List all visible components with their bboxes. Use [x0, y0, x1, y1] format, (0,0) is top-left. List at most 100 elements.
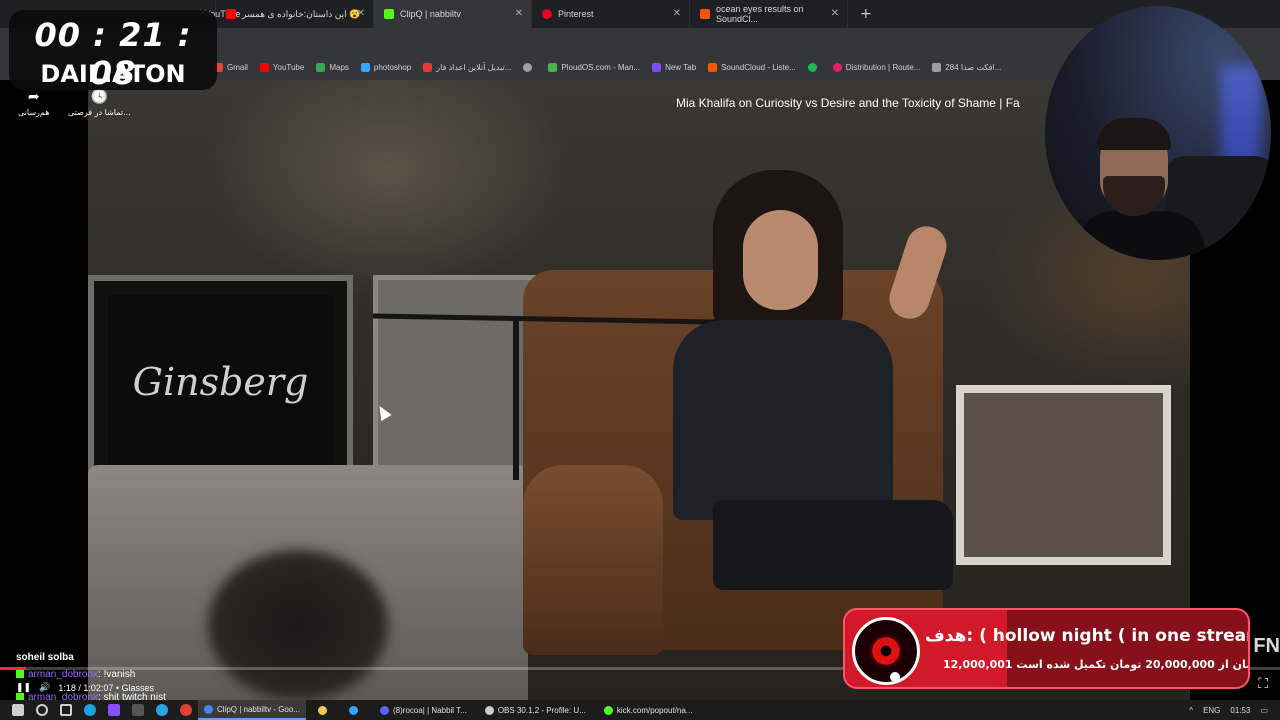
framed-painting: Ginsberg	[88, 275, 353, 475]
chat-text: : !vanish	[98, 669, 136, 680]
system-tray: ^ ENG 01:53 ▭	[1189, 700, 1268, 720]
pause-icon[interactable]: ❚❚	[16, 682, 31, 693]
tab-label: ClipQ | nabbiltv	[400, 9, 461, 19]
share-label: هم‌رسانی	[18, 108, 50, 117]
sharingan-icon	[852, 617, 920, 685]
chat-message: arman_dobronx: !vanish	[16, 669, 166, 680]
player-controls: ❚❚ 🔊 1:18 / 1:02:07 • Glasses	[16, 682, 154, 693]
close-icon[interactable]: ✕	[515, 8, 523, 19]
task-view-icon[interactable]	[60, 704, 72, 716]
telegram-icon[interactable]	[156, 704, 168, 716]
guest	[673, 170, 953, 590]
bookmark-label: Distribution | Route...	[845, 62, 921, 72]
taskbar-app-obs[interactable]: OBS 30.1.2 - Profile: U...	[479, 700, 592, 720]
bookmark-spotify[interactable]	[807, 62, 821, 72]
share-icon: ➦	[27, 89, 40, 105]
taskbar-app-photoshop[interactable]	[343, 700, 368, 720]
close-icon[interactable]: ✕	[357, 8, 365, 19]
bookmark-globe[interactable]	[523, 62, 536, 72]
goal-headline: هدف: ( hollow night ( in one stream	[925, 626, 1250, 646]
streamer-beard	[1103, 176, 1165, 216]
bookmark-label: 284 افکت صدا...	[945, 62, 1002, 72]
taskbar-app-chrome[interactable]: ClipQ | nabbiltv - Goo...	[198, 700, 306, 720]
taskbar-app-file[interactable]	[312, 700, 337, 720]
goal-remaining-shade	[1007, 610, 1248, 687]
start-icon[interactable]	[12, 704, 24, 716]
timer-label: DAILIATON	[40, 60, 186, 88]
notification-icon[interactable]: ▭	[1260, 706, 1268, 715]
bookmark-soundcloud[interactable]: SoundCloud - Liste...	[708, 62, 796, 72]
taskbar-app-label: kick.com/popout/na...	[616, 705, 693, 715]
edge-icon[interactable]	[84, 704, 96, 716]
ploudos-icon	[548, 62, 558, 72]
bookmark-gmail[interactable]: Gmail	[214, 62, 248, 72]
bookmark-label: SoundCloud - Liste...	[721, 62, 796, 72]
distribution-icon	[832, 62, 842, 72]
tab-soundcloud[interactable]: ocean eyes results on SoundCl... ✕	[690, 0, 848, 28]
bookmark-label: PloudOS.com - Man...	[561, 62, 641, 72]
taskbar-app-kick[interactable]: kick.com/popout/na...	[598, 700, 699, 720]
bookmark-label: Maps	[329, 62, 349, 72]
close-icon[interactable]: ✕	[673, 8, 681, 19]
framed-photo	[956, 385, 1171, 565]
fn-watermark: FN	[1253, 635, 1280, 657]
bookmark-number-converter[interactable]: تبدیل آنلاین اعداد فار...	[423, 62, 512, 72]
goal-dot	[890, 672, 900, 682]
taskbar-app-discord[interactable]: (8)rocoa| | Nabbil T...	[374, 700, 473, 720]
tab-label: ocean eyes results on SoundCl...	[716, 4, 804, 24]
mic-stand	[513, 320, 519, 480]
clock[interactable]: 01:53	[1230, 706, 1250, 715]
chat-user: arman_dobronx	[28, 669, 99, 680]
maps-icon	[316, 62, 326, 72]
guest-legs	[713, 500, 953, 590]
bookmark-photoshop[interactable]: photoshop	[360, 62, 412, 72]
fullscreen-icon[interactable]: ⛶	[1258, 676, 1268, 692]
close-icon[interactable]: ✕	[831, 8, 839, 19]
bookmark-label: تبدیل آنلاین اعداد فار...	[436, 62, 512, 72]
bookmark-label: New Tab	[665, 62, 697, 72]
streamer-shirt	[1075, 211, 1205, 260]
painting-text: Ginsberg	[108, 295, 333, 469]
taskbar-app-label: OBS 30.1.2 - Profile: U...	[497, 705, 586, 715]
player-time: 1:18 / 1:02:07 • Glasses	[58, 682, 155, 693]
volume-icon[interactable]: 🔊	[39, 682, 50, 693]
streamer-hair	[1097, 118, 1171, 150]
stream-timer: 00 : 21 : 08 DAILIATON	[9, 10, 217, 92]
streamer-name: soheil solba	[16, 652, 74, 663]
bookmark-label: photoshop	[373, 62, 412, 72]
chevron-up-icon[interactable]: ^	[1189, 706, 1193, 715]
search-icon[interactable]	[36, 704, 48, 716]
taskbar-app-label: (8)rocoa| | Nabbil T...	[393, 705, 467, 715]
windows-taskbar: ClipQ | nabbiltv - Goo... (8)rocoa| | Na…	[0, 700, 1280, 720]
audio-icon	[932, 62, 942, 72]
chrome-icon[interactable]	[180, 704, 192, 716]
webcam-overlay	[1045, 6, 1271, 260]
tab-pinterest[interactable]: Pinterest ✕	[532, 0, 690, 28]
new-tab-button[interactable]: +	[860, 6, 872, 22]
tab-clipq[interactable]: ClipQ | nabbiltv ✕	[374, 0, 532, 28]
tab-persian-video[interactable]: این داستان:خانواده ی همسر 😮 ✕	[216, 0, 374, 28]
soundcloud-icon	[708, 62, 718, 72]
watch-later-button[interactable]: 🕓 تماشا در فرصتی...	[68, 90, 131, 117]
chrome-icon	[204, 704, 213, 714]
photoshop-icon	[360, 62, 370, 72]
clock-icon: 🕓	[90, 89, 109, 105]
chat-overlay: soheil solba arman_dobronx: !vanish arma…	[16, 652, 166, 703]
file-icon	[318, 705, 327, 715]
bookmark-new-tab[interactable]: New Tab	[652, 62, 697, 72]
language-indicator[interactable]: ENG	[1203, 706, 1220, 715]
youtube-icon	[226, 9, 236, 19]
share-button[interactable]: ➦ هم‌رسانی	[18, 90, 49, 117]
bookmark-youtube[interactable]: YouTube	[259, 62, 305, 72]
bookmark-maps[interactable]: Maps	[316, 62, 349, 72]
bookmark-label: YouTube	[272, 62, 305, 72]
bookmark-sound-effects[interactable]: 284 افکت صدا...	[932, 62, 1002, 72]
bookmark-distribution[interactable]: Distribution | Route...	[832, 62, 921, 72]
video-title[interactable]: Mia Khalifa on Curiosity vs Desire and t…	[676, 96, 1020, 110]
bookmark-ploudos[interactable]: PloudOS.com - Man...	[548, 62, 641, 72]
kick-icon	[384, 9, 394, 19]
calculator-icon[interactable]	[132, 704, 144, 716]
photoshop-icon	[349, 705, 358, 715]
rider-icon[interactable]	[108, 704, 120, 716]
soundcloud-icon	[700, 9, 710, 19]
